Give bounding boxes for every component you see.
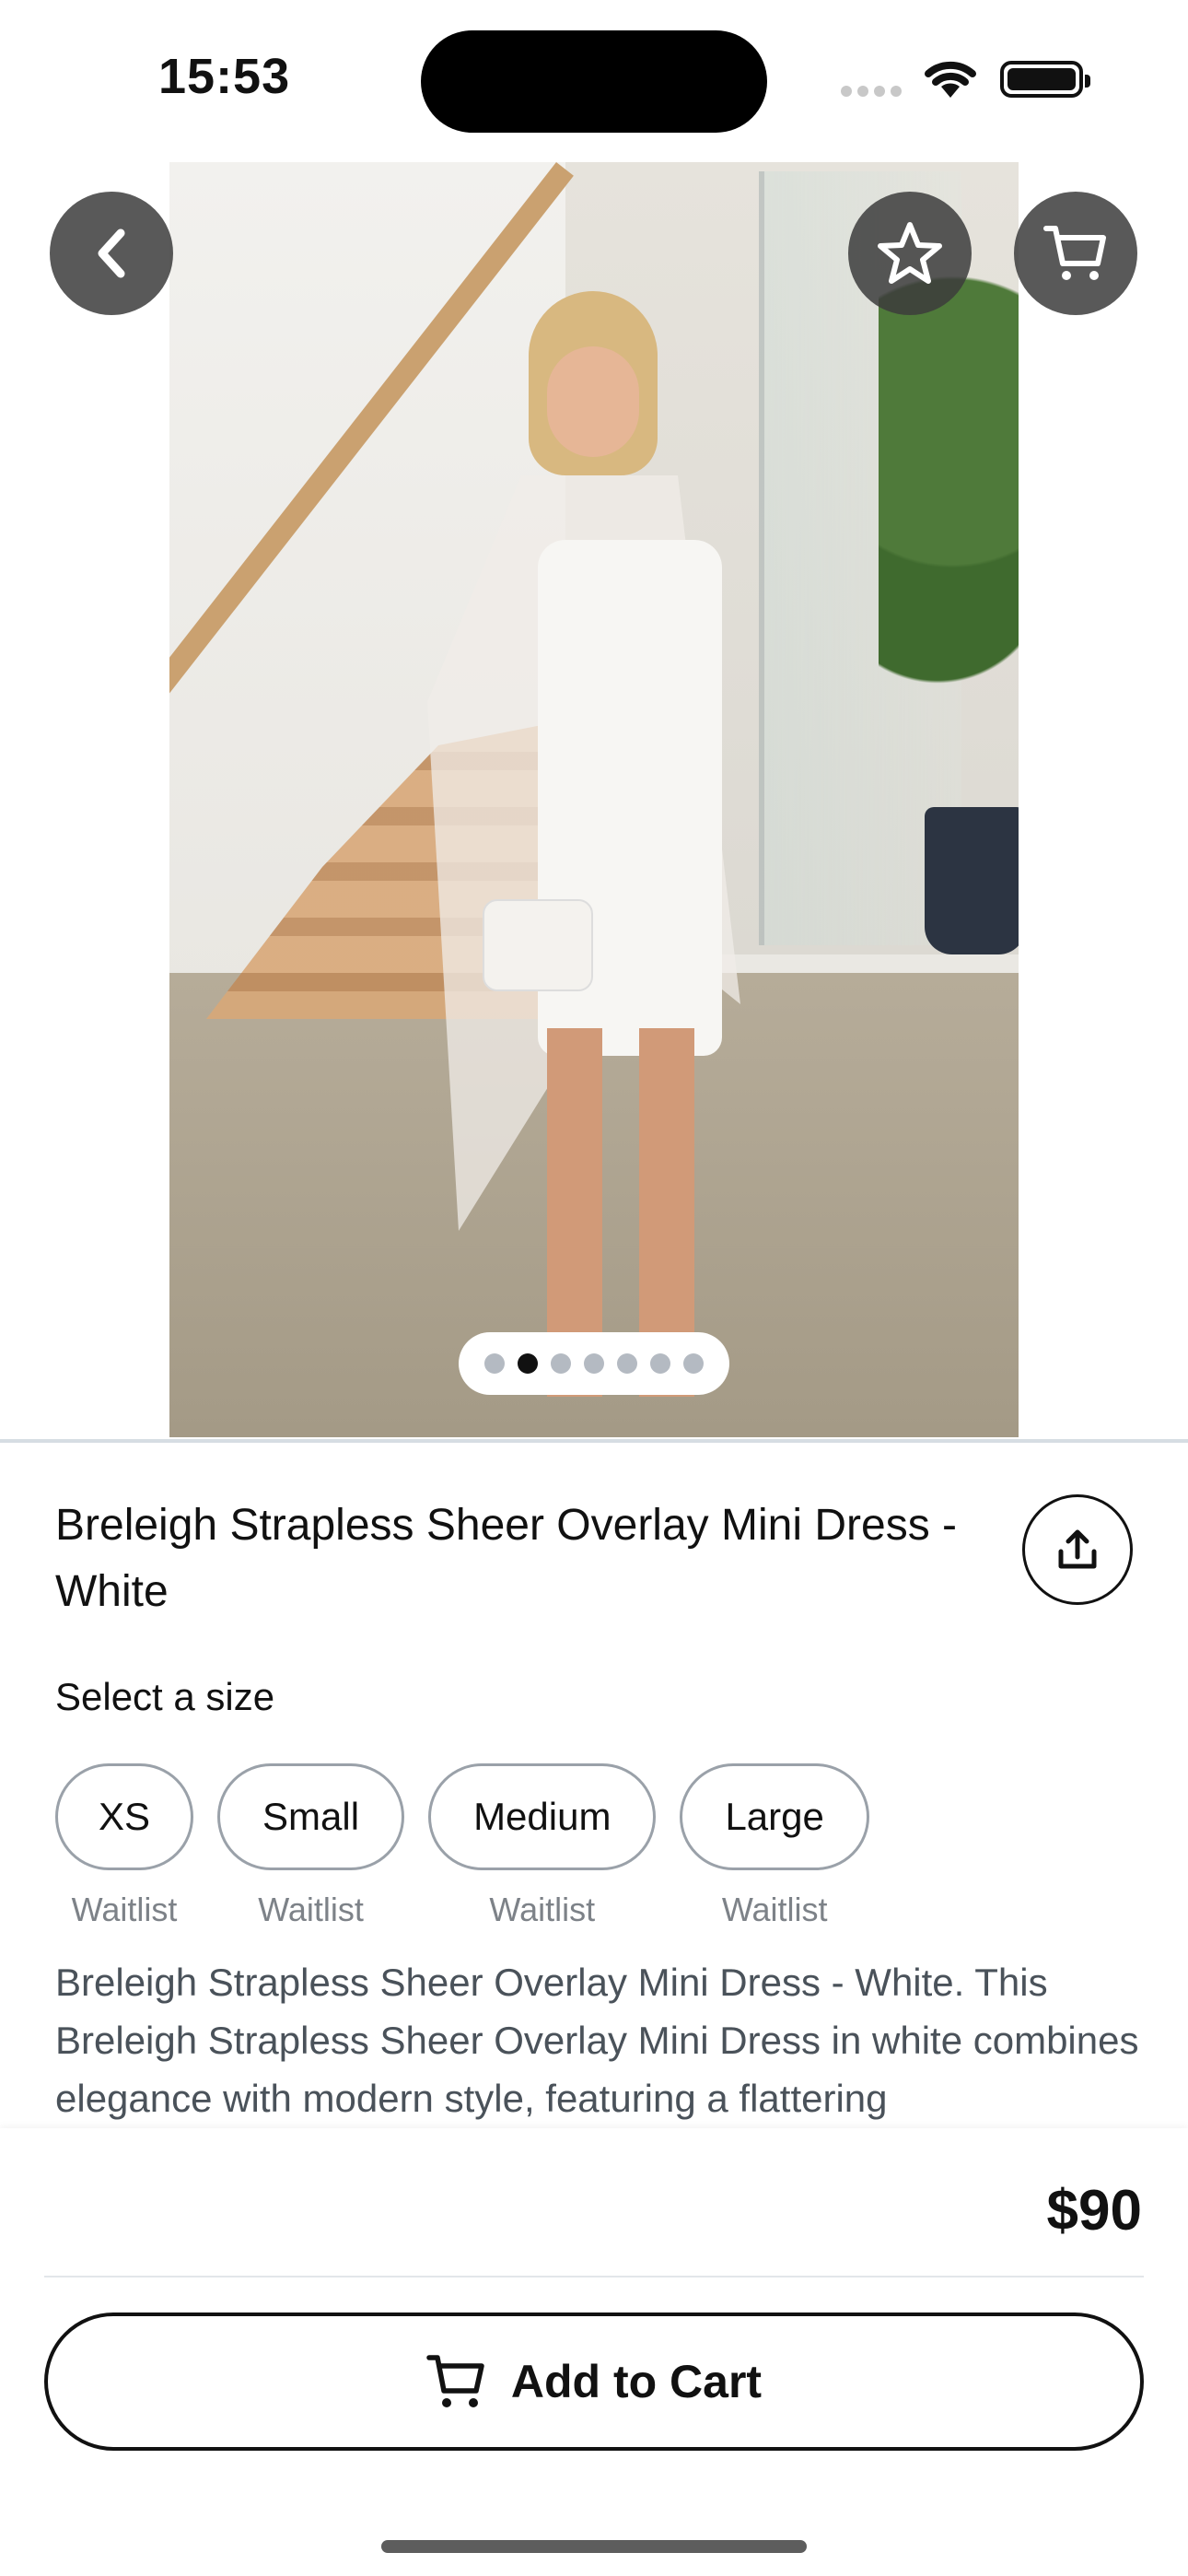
page-dot[interactable] — [683, 1353, 704, 1374]
page-dot[interactable] — [650, 1353, 670, 1374]
bottom-bar: $90 Add to Cart — [0, 2128, 1188, 2576]
cart-icon — [426, 2355, 484, 2407]
size-option: Medium Waitlist — [428, 1763, 657, 1929]
product-image[interactable] — [169, 162, 1019, 1437]
star-icon — [878, 222, 942, 284]
image-divider — [0, 1439, 1188, 1443]
page-dot[interactable] — [551, 1353, 571, 1374]
cart-icon — [1043, 226, 1106, 280]
dynamic-island — [421, 30, 767, 133]
size-option: XS Waitlist — [55, 1763, 194, 1929]
page-dot[interactable] — [617, 1353, 637, 1374]
size-status: Waitlist — [721, 1891, 828, 1928]
page-dot[interactable] — [518, 1353, 538, 1374]
status-time: 15:53 — [158, 49, 291, 104]
battery-icon — [1000, 61, 1090, 98]
image-page-indicator[interactable] — [459, 1332, 729, 1395]
page-dot[interactable] — [584, 1353, 604, 1374]
product-price: $90 — [1046, 2179, 1142, 2242]
cart-button[interactable] — [1014, 192, 1137, 315]
size-status: Waitlist — [258, 1891, 364, 1928]
status-bar: 15:53 — [0, 0, 1188, 157]
size-options: XS Waitlist Small Waitlist Medium Waitli… — [55, 1763, 869, 1929]
add-to-cart-button[interactable]: Add to Cart — [44, 2313, 1144, 2451]
size-section-label: Select a size — [55, 1675, 275, 1718]
bottom-divider — [44, 2276, 1144, 2277]
share-button[interactable] — [1022, 1494, 1133, 1605]
product-title: Breleigh Strapless Sheer Overlay Mini Dr… — [55, 1501, 958, 1616]
favorite-button[interactable] — [848, 192, 972, 315]
chevron-left-icon — [98, 228, 125, 278]
size-status: Waitlist — [71, 1891, 178, 1928]
cellular-signal-icon — [841, 86, 902, 97]
size-button-large[interactable]: Large — [680, 1763, 869, 1870]
size-status: Waitlist — [489, 1891, 596, 1928]
wifi-icon — [925, 61, 976, 98]
back-button[interactable] — [50, 192, 173, 315]
size-button-small[interactable]: Small — [217, 1763, 405, 1870]
page-dot[interactable] — [484, 1353, 505, 1374]
size-option: Large Waitlist — [680, 1763, 869, 1929]
size-button-medium[interactable]: Medium — [428, 1763, 657, 1870]
size-button-xs[interactable]: XS — [55, 1763, 194, 1870]
home-indicator[interactable] — [381, 2540, 807, 2553]
share-icon — [1058, 1529, 1097, 1569]
product-description: Breleigh Strapless Sheer Overlay Mini Dr… — [55, 1961, 1139, 2120]
size-option: Small Waitlist — [217, 1763, 405, 1929]
add-to-cart-label: Add to Cart — [510, 2356, 763, 2407]
